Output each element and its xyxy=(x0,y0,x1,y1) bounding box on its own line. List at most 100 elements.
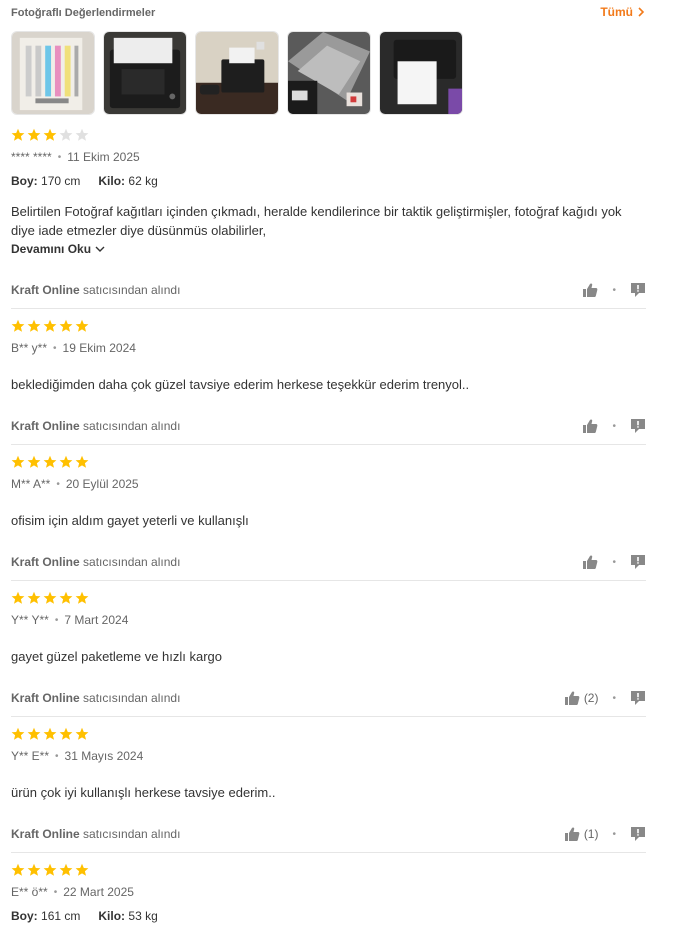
star-icon xyxy=(59,319,73,332)
star-icon xyxy=(11,591,25,604)
height-value: 161 cm xyxy=(41,909,81,923)
separator-dot: • xyxy=(612,556,616,568)
review-meta: E** ö** • 22 Mart 2025 xyxy=(11,885,646,899)
seller-name[interactable]: Kraft Online xyxy=(11,283,80,297)
star-icon xyxy=(59,727,73,740)
see-all-label: Tümü xyxy=(600,5,633,19)
separator-dot: • xyxy=(54,614,59,626)
review-item: B** y** • 19 Ekim 2024 beklediğimden daha ç… xyxy=(11,309,646,445)
star-icon xyxy=(75,455,89,468)
reviewer-name: Y** E** xyxy=(11,749,50,763)
report-icon xyxy=(631,419,645,433)
review-actions: (1) • xyxy=(564,816,646,852)
star-icon xyxy=(27,128,41,141)
review-footer: Kraft Online satıcısından alındı (1) • xyxy=(11,816,646,852)
seller-name[interactable]: Kraft Online xyxy=(11,827,80,841)
review-date: 19 Ekim 2024 xyxy=(62,341,136,355)
rating-stars xyxy=(11,591,646,607)
seller-suffix: satıcısından alındı xyxy=(83,827,181,841)
like-button[interactable]: (2) xyxy=(564,690,599,706)
reviews-list: **** **** • 11 Ekim 2025 Boy: 170 cm Kilo: 6… xyxy=(11,128,646,923)
star-icon xyxy=(27,319,41,332)
weight-value: 62 kg xyxy=(128,174,158,188)
section-title: Fotoğraflı Değerlendirmeler xyxy=(11,7,156,19)
body-size-info: Boy: 170 cm Kilo: 62 kg xyxy=(11,174,646,188)
star-icon xyxy=(59,455,73,468)
seller-suffix: satıcısından alındı xyxy=(83,555,181,569)
report-button[interactable] xyxy=(630,282,646,298)
seller-name[interactable]: Kraft Online xyxy=(11,555,80,569)
like-count: (1) xyxy=(583,827,599,841)
star-icon xyxy=(75,128,89,141)
star-icon xyxy=(27,455,41,468)
review-meta: B** y** • 19 Ekim 2024 xyxy=(11,341,646,355)
review-actions: • xyxy=(582,408,646,444)
separator-dot: • xyxy=(612,692,616,704)
reviewer-name: E** ö** xyxy=(11,885,48,899)
report-button[interactable] xyxy=(630,554,646,570)
seller-suffix: satıcısından alındı xyxy=(83,691,181,705)
reviewer-name: B** y** xyxy=(11,341,48,355)
like-button[interactable]: (1) xyxy=(564,826,599,842)
star-icon xyxy=(27,591,41,604)
review-footer: Kraft Online satıcısından alındı • xyxy=(11,408,646,444)
separator-dot: • xyxy=(55,750,59,762)
seller-info: Kraft Online satıcısından alındı xyxy=(11,691,180,705)
thumbs-up-icon xyxy=(583,283,598,297)
review-meta: Y** E** • 31 Mayıs 2024 xyxy=(11,749,646,763)
star-icon xyxy=(11,319,25,332)
star-icon xyxy=(59,128,73,141)
section-header: Fotoğraflı Değerlendirmeler Tümü xyxy=(11,0,646,28)
report-button[interactable] xyxy=(630,418,646,434)
read-more-button[interactable]: Devamını Oku xyxy=(11,242,105,256)
like-count: (2) xyxy=(583,691,599,705)
like-button[interactable] xyxy=(582,282,598,298)
seller-suffix: satıcısından alındı xyxy=(83,419,181,433)
reviewer-name: Y** Y** xyxy=(11,613,49,627)
star-icon xyxy=(75,591,89,604)
report-icon xyxy=(631,827,645,841)
like-button[interactable] xyxy=(582,418,598,434)
seller-suffix: satıcısından alındı xyxy=(83,283,181,297)
star-icon xyxy=(43,863,57,876)
star-icon xyxy=(43,455,57,468)
photo-printer-paper[interactable] xyxy=(379,31,463,115)
report-button[interactable] xyxy=(630,690,646,706)
review-actions: (2) • xyxy=(564,680,646,716)
separator-dot: • xyxy=(612,828,616,840)
review-meta: **** **** • 11 Ekim 2025 xyxy=(11,150,646,164)
star-icon xyxy=(59,591,73,604)
photo-printer-laptop[interactable] xyxy=(287,31,371,115)
report-button[interactable] xyxy=(630,826,646,842)
photo-printer-top[interactable] xyxy=(103,31,187,115)
review-meta: M** A** • 20 Eylül 2025 xyxy=(11,477,646,491)
weight-value: 53 kg xyxy=(128,909,158,923)
seller-info: Kraft Online satıcısından alındı xyxy=(11,555,180,569)
separator-dot: • xyxy=(53,886,58,898)
photo-color-test-print[interactable] xyxy=(11,31,95,115)
thumbs-up-icon xyxy=(564,827,580,841)
photo-printer-desk[interactable] xyxy=(195,31,279,115)
review-date: 11 Ekim 2025 xyxy=(67,150,140,164)
like-button[interactable] xyxy=(582,554,598,570)
review-date: 22 Mart 2025 xyxy=(63,885,134,899)
review-actions: • xyxy=(582,544,646,580)
report-icon xyxy=(631,555,645,569)
star-icon xyxy=(27,863,41,876)
review-meta: Y** Y** • 7 Mart 2024 xyxy=(11,613,646,627)
seller-name[interactable]: Kraft Online xyxy=(11,419,80,433)
review-text: ürün çok iyi kullanışlı herkese tavsiye … xyxy=(11,785,276,800)
review-footer: Kraft Online satıcısından alındı • xyxy=(11,544,646,580)
seller-name[interactable]: Kraft Online xyxy=(11,691,80,705)
height-label: Boy: xyxy=(11,174,38,188)
weight-label: Kilo: xyxy=(98,909,126,923)
height-label: Boy: xyxy=(11,909,38,923)
review-item: **** **** • 11 Ekim 2025 Boy: 170 cm Kilo: 6… xyxy=(11,128,646,309)
rating-stars xyxy=(11,863,646,879)
star-icon xyxy=(75,727,89,740)
see-all-link[interactable]: Tümü xyxy=(600,5,646,19)
weight-label: Kilo: xyxy=(98,174,126,188)
separator-dot: • xyxy=(53,342,57,354)
review-item: Y** Y** • 7 Mart 2024 gayet güzel paketleme… xyxy=(11,581,646,717)
body-size-info: Boy: 161 cm Kilo: 53 kg xyxy=(11,909,646,923)
